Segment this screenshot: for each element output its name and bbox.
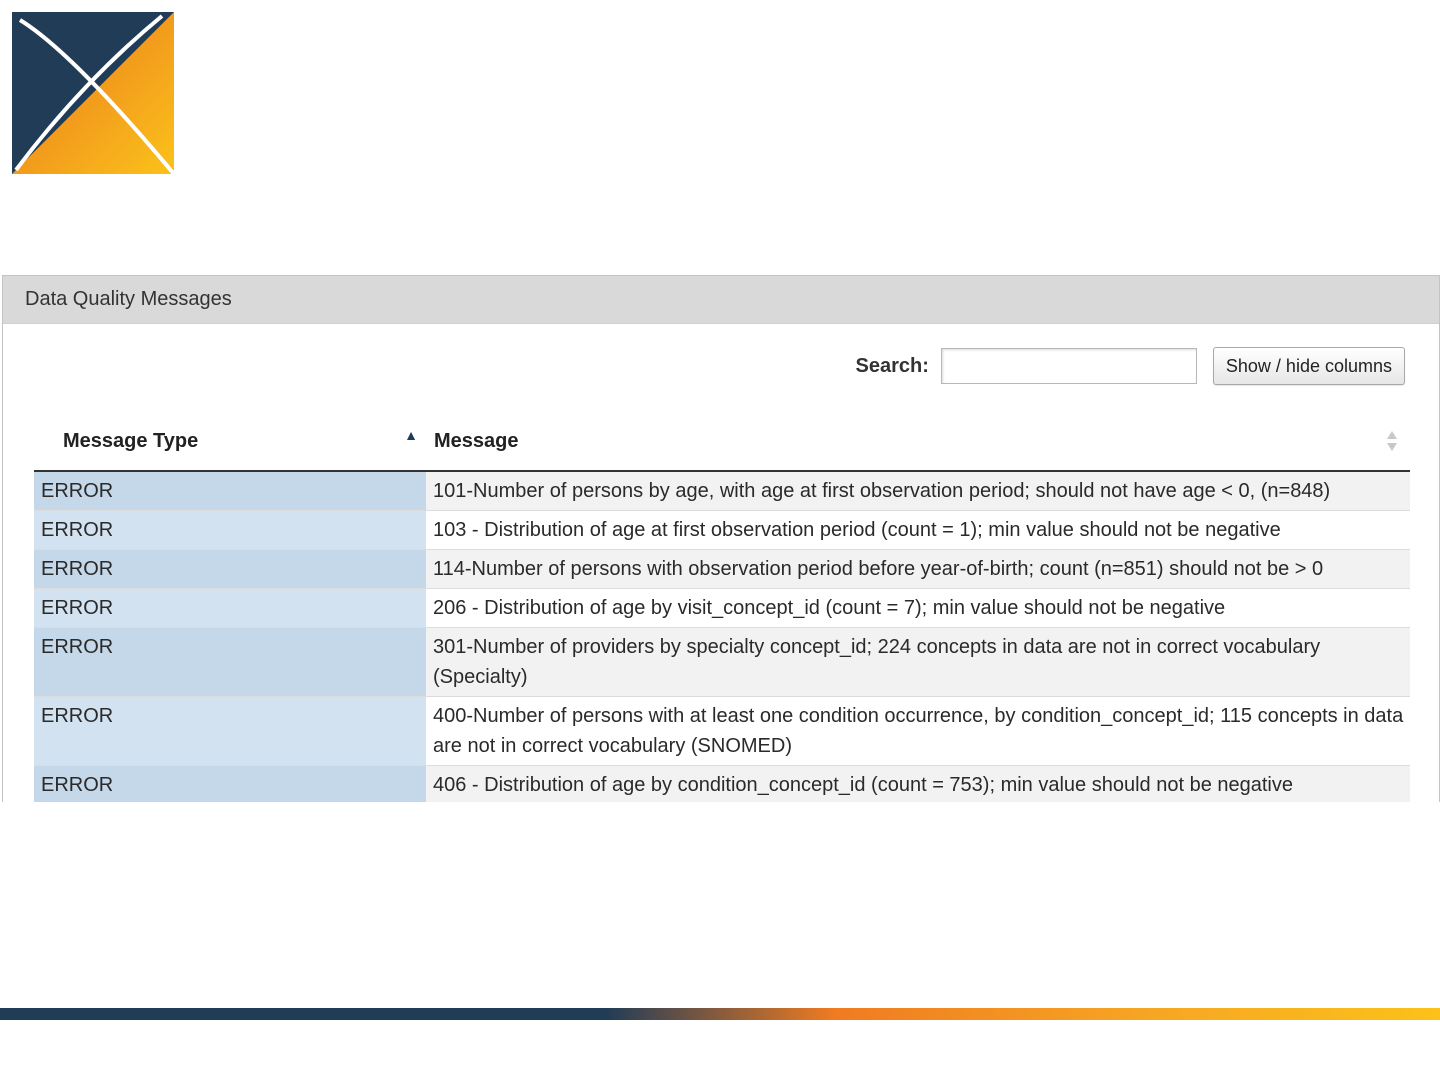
table-toolbar: Search: Show / hide columns [856, 347, 1405, 385]
message-cell: 114-Number of persons with observation p… [426, 549, 1410, 589]
panel-title: Data Quality Messages [25, 288, 232, 310]
messages-table: Message Type ▲ Message ERROR 101-Number … [34, 413, 1410, 802]
message-cell: 206 - Distribution of age by visit_conce… [426, 588, 1410, 628]
message-type-cell: ERROR [34, 696, 426, 766]
table-row[interactable]: ERROR 206 - Distribution of age by visit… [34, 588, 1410, 628]
search-label: Search: [855, 354, 929, 377]
column-header-message-type[interactable]: Message Type ▲ [34, 413, 426, 472]
table-row[interactable]: ERROR 400-Number of persons with at leas… [34, 696, 1410, 766]
x-diamond-logo-icon [12, 12, 174, 174]
message-cell: 301-Number of providers by specialty con… [426, 627, 1410, 697]
table-row[interactable]: ERROR 101-Number of persons by age, with… [34, 471, 1410, 511]
column-header-label: Message Type [63, 430, 199, 452]
message-type-cell: ERROR [34, 588, 426, 628]
table-header-row: Message Type ▲ Message [34, 413, 1410, 472]
message-type-cell: ERROR [34, 765, 426, 802]
table-row[interactable]: ERROR 406 - Distribution of age by condi… [34, 765, 1410, 802]
message-cell: 103 - Distribution of age at first obser… [426, 510, 1410, 550]
message-type-cell: ERROR [34, 471, 426, 511]
table-row[interactable]: ERROR 301-Number of providers by special… [34, 627, 1410, 697]
message-cell: 101-Number of persons by age, with age a… [426, 471, 1410, 511]
column-header-label: Message [434, 430, 519, 452]
message-cell: 406 - Distribution of age by condition_c… [426, 765, 1410, 802]
panel-header: Data Quality Messages [3, 276, 1439, 324]
search-input[interactable] [940, 348, 1197, 384]
table-row[interactable]: ERROR 114-Number of persons with observa… [34, 549, 1410, 589]
data-quality-panel: Data Quality Messages Search: Show / hid… [2, 275, 1440, 802]
message-type-cell: ERROR [34, 627, 426, 697]
message-type-cell: ERROR [34, 510, 426, 550]
footer-gradient-bar [0, 1008, 1440, 1020]
show-hide-columns-button[interactable]: Show / hide columns [1212, 347, 1405, 385]
slide: Data Quality Messages Search: Show / hid… [0, 0, 1440, 1080]
table-row[interactable]: ERROR 103 - Distribution of age at first… [34, 510, 1410, 550]
column-header-message[interactable]: Message [426, 413, 1410, 472]
sort-unsorted-icon [1387, 431, 1397, 451]
message-cell: 400-Number of persons with at least one … [426, 696, 1410, 766]
sort-ascending-icon: ▲ [404, 427, 418, 443]
message-type-cell: ERROR [34, 549, 426, 589]
